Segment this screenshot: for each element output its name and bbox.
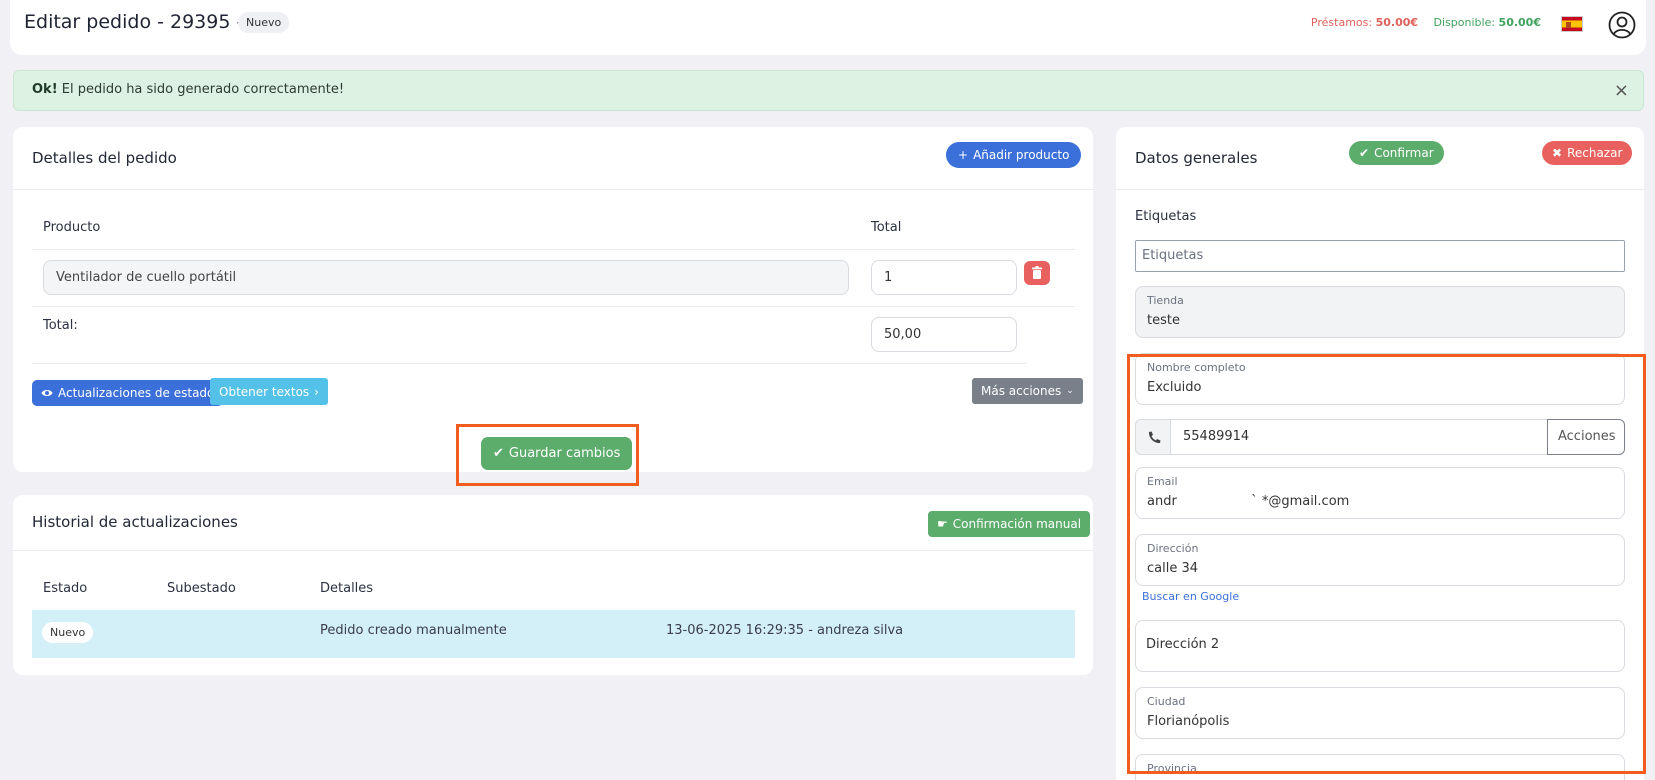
- table-row: Nuevo Pedido creado manualmente 13-06-20…: [32, 610, 1075, 658]
- tags-input[interactable]: Etiquetas: [1135, 240, 1625, 272]
- check-icon: ✔: [1359, 146, 1370, 160]
- store-field: Tienda teste: [1135, 286, 1625, 338]
- status-updates-button[interactable]: Actualizaciones de estado: [32, 380, 224, 406]
- loans-value: 50.00€: [1375, 16, 1419, 29]
- success-alert: Ok! El pedido ha sido generado correctam…: [13, 70, 1644, 111]
- add-product-label: Añadir producto: [973, 148, 1070, 162]
- save-button-highlight: [456, 424, 639, 486]
- product-name-field[interactable]: Ventilador de cuello portátil: [43, 260, 849, 295]
- x-icon: ✖: [1552, 146, 1563, 160]
- total-label: Total:: [43, 318, 78, 333]
- order-details-card: Detalles del pedido: [13, 127, 1093, 472]
- trash-icon: [1032, 266, 1042, 279]
- manual-confirmation-button[interactable]: ☛ Confirmación manual: [928, 511, 1091, 537]
- column-header-state: Estado: [43, 581, 88, 596]
- status-updates-label: Actualizaciones de estado: [58, 386, 215, 400]
- general-data-title: Datos generales: [1135, 149, 1258, 167]
- chevron-down-icon: ⌄: [1066, 386, 1074, 396]
- spain-flag-icon[interactable]: [1561, 16, 1583, 32]
- close-icon[interactable]: ×: [1614, 80, 1629, 101]
- confirm-button[interactable]: ✔ Confirmar: [1349, 141, 1444, 165]
- flag-emblem: [1566, 22, 1571, 28]
- row-divider: [32, 249, 1075, 250]
- get-texts-button[interactable]: Obtener textos ›: [210, 378, 328, 405]
- add-product-button[interactable]: + Añadir producto: [946, 142, 1082, 168]
- column-header-total: Total: [871, 220, 902, 235]
- column-header-details: Detalles: [320, 581, 374, 596]
- hand-point-icon: ☛: [937, 517, 948, 531]
- eye-icon: [41, 390, 53, 396]
- loans-label: Préstamos:: [1310, 16, 1373, 29]
- alert-message: El pedido ha sido generado correctamente…: [61, 82, 345, 97]
- chevron-right-icon: ›: [314, 384, 319, 399]
- column-header-substate: Subestado: [167, 581, 236, 596]
- plus-icon: +: [958, 148, 969, 162]
- more-actions-button[interactable]: Más acciones ⌄: [972, 378, 1083, 404]
- column-header-product: Producto: [43, 220, 101, 235]
- page-title: Editar pedido - 29395 -: [24, 11, 244, 33]
- balance-info: Préstamos: 50.00€ Disponible: 50.00€: [1311, 16, 1541, 29]
- history-title: Historial de actualizaciones: [32, 513, 238, 531]
- order-status-badge: Nuevo: [238, 12, 290, 33]
- alert-strong: Ok!: [32, 82, 58, 97]
- reject-label: Rechazar: [1567, 146, 1623, 160]
- manual-confirmation-label: Confirmación manual: [952, 517, 1082, 531]
- row-divider: [32, 306, 1075, 307]
- available-value: 50.00€: [1498, 16, 1541, 29]
- total-value-input[interactable]: 50,00: [871, 317, 1017, 352]
- user-circle-icon[interactable]: [1608, 11, 1636, 39]
- get-texts-label: Obtener textos: [219, 384, 310, 399]
- history-timestamp: 13-06-2025 16:29:35 - andreza silva: [666, 623, 904, 638]
- tags-label: Etiquetas: [1135, 209, 1197, 224]
- confirm-label: Confirmar: [1374, 146, 1434, 160]
- available-label: Disponible:: [1433, 16, 1496, 29]
- order-details-header: Detalles del pedido: [13, 127, 1093, 190]
- delete-product-button[interactable]: [1024, 261, 1050, 285]
- store-label: Tienda: [1147, 294, 1184, 307]
- row-divider: [32, 363, 1027, 364]
- store-value: teste: [1147, 313, 1180, 328]
- reject-button[interactable]: ✖ Rechazar: [1542, 141, 1633, 165]
- history-details: Pedido creado manualmente: [320, 623, 507, 638]
- product-quantity-input[interactable]: 1: [871, 260, 1017, 295]
- order-details-title: Detalles del pedido: [32, 149, 177, 167]
- more-actions-label: Más acciones: [981, 384, 1062, 398]
- state-badge: Nuevo: [42, 622, 94, 643]
- top-bar: Editar pedido - 29395 - Nuevo Préstamos:…: [10, 0, 1646, 55]
- customer-data-highlight: [1127, 354, 1646, 774]
